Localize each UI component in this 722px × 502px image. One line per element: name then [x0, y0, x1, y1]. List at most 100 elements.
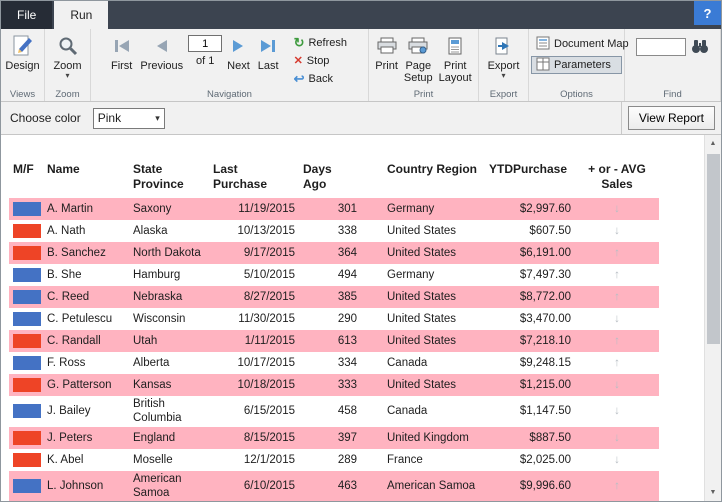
mf-swatch	[13, 312, 41, 326]
table-row: K. Abel Moselle 12/1/2015 289 France $2,…	[9, 449, 659, 471]
mf-swatch	[13, 356, 41, 370]
chevron-down-icon: ▾	[155, 112, 160, 123]
cell-ytd-purchase: $2,025.00	[519, 453, 571, 466]
view-report-button[interactable]: View Report	[627, 106, 715, 130]
header-avg-sales: + or - AVG Sales	[588, 162, 646, 191]
page-of-label: of 1	[195, 55, 215, 67]
cell-country: France	[387, 453, 423, 466]
print-icon	[377, 33, 397, 59]
cell-name: B. She	[47, 268, 82, 281]
color-dropdown-value: Pink	[97, 111, 122, 125]
zoom-icon	[57, 33, 79, 59]
cell-mf	[9, 352, 43, 374]
header-country-region: Country Region	[387, 162, 477, 176]
help-button[interactable]: ?	[694, 1, 721, 25]
parameters-toggle[interactable]: Parameters	[531, 56, 622, 74]
print-label: Print	[375, 60, 398, 72]
zoom-button[interactable]: Zoom ▾	[50, 32, 84, 80]
back-button[interactable]: ↩ Back	[290, 70, 351, 87]
find-binoculars-icon[interactable]	[690, 38, 710, 57]
cell-mf	[9, 308, 43, 330]
cell-name: C. Petulescu	[47, 312, 113, 325]
cell-ytd-purchase: $7,497.30	[519, 268, 571, 281]
first-page-button[interactable]: First	[108, 32, 135, 73]
cell-state: Saxony	[129, 198, 209, 220]
page-setup-icon	[408, 33, 428, 59]
header-state-province: State Province	[133, 162, 184, 191]
vertical-scrollbar[interactable]: ▲ ▼	[704, 135, 721, 501]
design-button[interactable]: Design	[2, 32, 42, 73]
page-number-input[interactable]	[188, 35, 223, 52]
document-map-toggle[interactable]: Document Map	[531, 35, 629, 53]
last-label: Last	[257, 60, 279, 72]
cell-days-ago: 494	[337, 268, 357, 281]
mf-swatch	[13, 404, 41, 419]
design-label: Design	[5, 60, 40, 72]
table-row: L. Johnson American Samoa 6/10/2015 463 …	[9, 470, 659, 501]
mf-swatch	[13, 479, 41, 494]
ribbon: Design Views Zoom ▾ Zoom First Previous	[1, 29, 721, 102]
last-page-button[interactable]: Last	[255, 32, 282, 73]
cell-mf	[9, 374, 43, 396]
document-map-icon	[536, 36, 550, 53]
cell-last-purchase: 10/13/2015	[237, 224, 295, 237]
page-control: of 1	[188, 32, 223, 67]
cell-days-ago: 334	[337, 356, 357, 369]
export-group-label: Export	[489, 89, 518, 100]
table-row: C. Reed Nebraska 8/27/2015 385 United St…	[9, 286, 659, 308]
cell-country: Germany	[361, 198, 485, 220]
next-page-button[interactable]: Next	[224, 32, 253, 73]
cell-last-purchase: 6/10/2015	[209, 470, 299, 501]
trend-arrow: ↓	[575, 198, 659, 220]
parameters-label: Parameters	[554, 59, 611, 71]
table-row: C. Petulescu Wisconsin 11/30/2015 290 Un…	[9, 308, 659, 330]
tab-run[interactable]: Run	[54, 1, 109, 29]
first-label: First	[110, 60, 133, 72]
find-group-label: Find	[663, 89, 682, 100]
print-layout-button[interactable]: Print Layout	[436, 32, 475, 85]
header-ytd-purchase: YTDPurchase	[489, 162, 568, 176]
parameters-icon	[536, 57, 550, 74]
table-row: A. Nath Alaska 10/13/2015 338 United Sta…	[9, 220, 659, 242]
table-row: B. Sanchez North Dakota 9/17/2015 364 Un…	[9, 242, 659, 264]
previous-page-button[interactable]: Previous	[137, 32, 186, 73]
view-report-panel: View Report	[620, 102, 721, 134]
trend-arrow: ↑	[575, 470, 659, 501]
report-table: M/F Name State Province Last Purchase Da…	[9, 161, 659, 501]
cell-days-ago: 613	[299, 330, 361, 352]
page-setup-button[interactable]: Page Setup	[401, 32, 436, 85]
scrollbar-thumb[interactable]	[707, 154, 720, 344]
tab-file[interactable]: File	[1, 1, 53, 29]
cell-country: Canada	[387, 356, 428, 369]
table-row: G. Patterson Kansas 10/18/2015 333 Unite…	[9, 374, 659, 396]
cell-ytd-purchase: $6,191.00	[485, 242, 575, 264]
cell-days-ago: 397	[299, 426, 361, 449]
stop-button[interactable]: ✕ Stop	[290, 52, 351, 69]
scroll-down-button[interactable]: ▼	[705, 484, 721, 501]
cell-mf	[9, 330, 43, 352]
choose-color-label: Choose color	[10, 111, 81, 125]
cell-country: United States	[361, 330, 485, 352]
previous-label: Previous	[140, 60, 184, 72]
cell-mf	[9, 220, 43, 242]
cell-days-ago: 458	[337, 405, 357, 418]
scroll-up-button[interactable]: ▲	[705, 135, 721, 152]
ribbon-group-zoom: Zoom ▾ Zoom	[45, 29, 91, 101]
print-button[interactable]: Print	[372, 32, 401, 73]
mf-swatch	[13, 378, 41, 392]
export-button[interactable]: Export ▾	[485, 32, 523, 80]
cell-name: K. Abel	[47, 453, 84, 466]
last-icon	[261, 33, 276, 59]
find-input[interactable]	[635, 38, 686, 56]
ribbon-group-options: Document Map Parameters Options	[529, 29, 629, 101]
table-row: C. Randall Utah 1/11/2015 613 United Sta…	[9, 330, 659, 352]
cell-name: A. Nath	[47, 224, 86, 237]
document-map-label: Document Map	[554, 38, 629, 50]
cell-country: United States	[361, 242, 485, 264]
cell-state: Alaska	[133, 224, 168, 237]
refresh-button[interactable]: ↻ Refresh	[290, 34, 351, 51]
cell-last-purchase: 1/11/2015	[209, 330, 299, 352]
color-dropdown[interactable]: Pink ▾	[92, 107, 165, 129]
cell-last-purchase: 12/1/2015	[243, 453, 295, 466]
cell-last-purchase: 5/10/2015	[243, 268, 295, 281]
